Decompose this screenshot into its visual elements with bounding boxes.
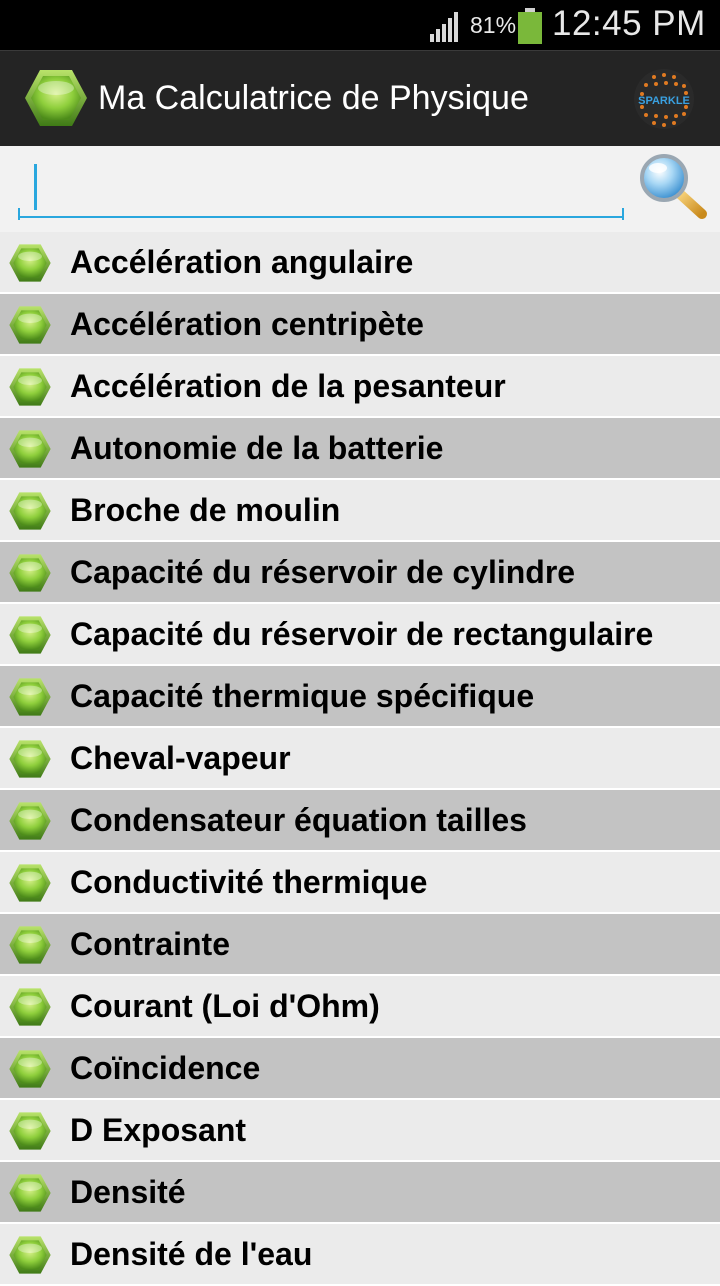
brand-logo-text: SPARKLE [638, 95, 690, 107]
list-item[interactable]: Densité [0, 1162, 720, 1224]
status-time: 12:45 PM [552, 4, 706, 43]
list-item-label: Densité [70, 1174, 186, 1210]
search-bar [0, 146, 720, 232]
list-item[interactable]: Accélération centripète [0, 294, 720, 356]
app-title: Ma Calculatrice de Physique [98, 79, 529, 117]
green-hexagon-icon [8, 677, 52, 717]
list-item[interactable]: Capacité du réservoir de cylindre [0, 542, 720, 604]
status-bar: 81% 12:45 PM [0, 0, 720, 50]
green-hexagon-icon [8, 491, 52, 531]
list-item[interactable]: Coïncidence [0, 1038, 720, 1100]
list-item[interactable]: Autonomie de la batterie [0, 418, 720, 480]
search-input[interactable] [18, 160, 624, 218]
action-bar: Ma Calculatrice de Physique SPARKLE [0, 50, 720, 146]
list-item-label: Densité de l'eau [70, 1236, 313, 1272]
list-item[interactable]: Broche de moulin [0, 480, 720, 542]
list-item-label: Broche de moulin [70, 492, 341, 528]
formula-list: Accélération angulaire Accélération centr… [0, 232, 720, 1286]
text-cursor [34, 164, 37, 210]
list-item[interactable]: Conductivité thermique [0, 852, 720, 914]
list-item-label: Capacité thermique spécifique [70, 678, 535, 714]
green-hexagon-icon [8, 305, 52, 345]
green-hexagon-icon [8, 987, 52, 1027]
list-item[interactable]: Cheval-vapeur [0, 728, 720, 790]
list-item[interactable]: Courant (Loi d'Ohm) [0, 976, 720, 1038]
list-item-label: Condensateur équation tailles [70, 802, 527, 838]
list-item-label: Conductivité thermique [70, 864, 428, 900]
green-hexagon-icon [8, 1049, 52, 1089]
green-hexagon-icon [8, 801, 52, 841]
sparkle-logo[interactable]: SPARKLE [630, 67, 698, 136]
green-hexagon-icon [8, 739, 52, 779]
green-hexagon-icon [8, 1111, 52, 1151]
green-hexagon-icon [8, 243, 52, 283]
list-item-label: Cheval-vapeur [70, 740, 291, 776]
green-hexagon-icon [8, 429, 52, 469]
list-item-label: Accélération centripète [70, 306, 424, 342]
magnifier-icon[interactable] [636, 152, 710, 222]
list-item[interactable]: Condensateur équation tailles [0, 790, 720, 852]
list-item[interactable]: Accélération angulaire [0, 232, 720, 294]
green-hexagon-icon [8, 615, 52, 655]
list-item-label: Contrainte [70, 926, 230, 962]
green-hexagon-icon [8, 367, 52, 407]
list-item-label: Courant (Loi d'Ohm) [70, 988, 380, 1024]
list-item[interactable]: Contrainte [0, 914, 720, 976]
list-item-label: D Exposant [70, 1112, 247, 1148]
list-item-label: Accélération de la pesanteur [70, 368, 506, 404]
list-item-label: Capacité du réservoir de rectangulaire [70, 616, 654, 652]
list-item[interactable]: Accélération de la pesanteur [0, 356, 720, 418]
signal-bars-icon [430, 10, 464, 47]
green-hexagon-icon [8, 553, 52, 593]
battery-percent: 81% [470, 12, 517, 38]
list-item-label: Accélération angulaire [70, 244, 414, 280]
green-hexagon-icon [24, 68, 88, 133]
list-item[interactable]: Densité de l'eau [0, 1224, 720, 1286]
list-item-label: Capacité du réservoir de cylindre [70, 554, 576, 590]
green-hexagon-icon [8, 1235, 52, 1275]
list-item[interactable]: Capacité thermique spécifique [0, 666, 720, 728]
list-item[interactable]: Capacité du réservoir de rectangulaire [0, 604, 720, 666]
list-item[interactable]: D Exposant [0, 1100, 720, 1162]
green-hexagon-icon [8, 925, 52, 965]
green-hexagon-icon [8, 1173, 52, 1213]
list-item-label: Autonomie de la batterie [70, 430, 444, 466]
green-hexagon-icon [8, 863, 52, 903]
list-item-label: Coïncidence [70, 1050, 261, 1086]
battery-icon [518, 8, 542, 44]
